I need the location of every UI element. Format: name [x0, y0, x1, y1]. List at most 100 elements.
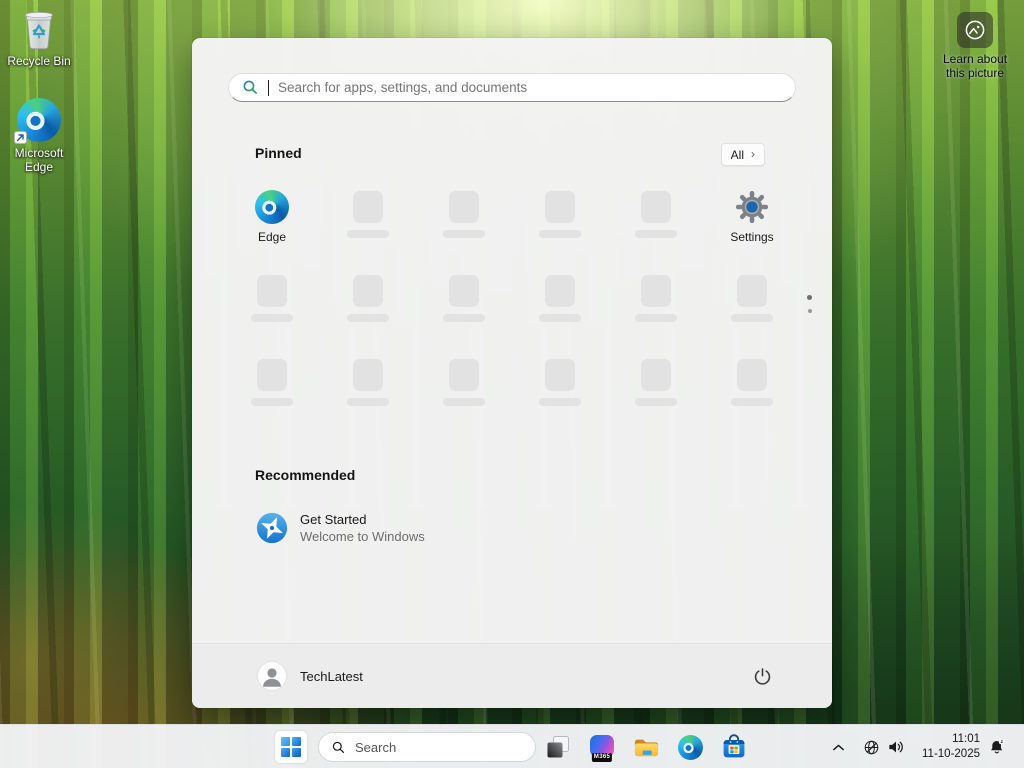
- placeholder-label: [731, 398, 773, 406]
- shortcut-arrow-icon: [14, 131, 27, 144]
- text-caret: [268, 80, 269, 96]
- picture-info-icon: [957, 12, 993, 48]
- placeholder-label: [539, 314, 581, 322]
- pinned-page-indicator[interactable]: [804, 293, 816, 317]
- microsoft-store-icon: [721, 734, 747, 760]
- learn-about-label-line1: Learn about: [943, 52, 1007, 66]
- placeholder-tile: [641, 359, 671, 391]
- placeholder-label: [731, 314, 773, 322]
- pinned-apps-grid: Edge: [224, 190, 800, 442]
- m365-copilot-button[interactable]: M365: [586, 731, 618, 763]
- placeholder-label: [251, 314, 293, 322]
- pinned-app-placeholder: [512, 274, 608, 358]
- pinned-app-placeholder: [224, 358, 320, 442]
- pinned-app-placeholder: [416, 274, 512, 358]
- pinned-app-placeholder: [224, 274, 320, 358]
- tray-show-hidden-icons[interactable]: [826, 725, 850, 769]
- edge-icon: [255, 190, 289, 224]
- desktop-icon-recycle-bin[interactable]: Recycle Bin: [0, 8, 78, 68]
- placeholder-tile: [257, 275, 287, 307]
- power-icon: [752, 666, 773, 687]
- pinned-app-placeholder: [704, 274, 800, 358]
- pinned-section-title: Pinned: [255, 145, 302, 161]
- pinned-app-label: Edge: [258, 230, 286, 244]
- placeholder-label: [635, 230, 677, 238]
- pinned-app-label: Settings: [730, 230, 773, 244]
- pinned-app-placeholder: [512, 190, 608, 274]
- placeholder-label: [347, 314, 389, 322]
- tray-volume[interactable]: [882, 725, 910, 769]
- placeholder-tile: [737, 359, 767, 391]
- speaker-icon: [887, 738, 905, 756]
- pinned-app-placeholder: [608, 274, 704, 358]
- placeholder-tile: [353, 359, 383, 391]
- person-icon: [258, 662, 286, 690]
- placeholder-tile: [641, 191, 671, 223]
- chevron-up-icon: [831, 740, 846, 755]
- user-avatar[interactable]: [258, 662, 286, 690]
- placeholder-tile: [449, 275, 479, 307]
- placeholder-tile: [449, 191, 479, 223]
- placeholder-label: [443, 398, 485, 406]
- desktop-wallpaper: Recycle Bin Microsoft Edge Learn about t…: [0, 0, 1024, 768]
- pinned-all-button[interactable]: All ›: [721, 143, 765, 166]
- recommended-section-title: Recommended: [255, 467, 355, 483]
- pinned-app-placeholder: [512, 358, 608, 442]
- microsoft-store-button[interactable]: [718, 731, 750, 763]
- recommended-item-get-started[interactable]: Get Started Welcome to Windows: [248, 500, 776, 556]
- recommended-item-title: Get Started: [300, 512, 425, 527]
- start-button[interactable]: [275, 731, 307, 763]
- file-explorer-button[interactable]: [630, 731, 662, 763]
- placeholder-tile: [737, 275, 767, 307]
- tray-clock[interactable]: 11:01 11-10-2025: [922, 725, 980, 769]
- chevron-right-icon: ›: [751, 148, 755, 160]
- pinned-app-settings[interactable]: Settings: [704, 190, 800, 274]
- get-started-icon: [256, 512, 288, 544]
- placeholder-label: [635, 314, 677, 322]
- user-name[interactable]: TechLatest: [300, 644, 363, 709]
- pinned-app-placeholder: [320, 190, 416, 274]
- edge-icon: [678, 735, 703, 760]
- do-not-disturb-bell-icon: z: [988, 738, 1006, 756]
- start-menu-footer: TechLatest: [192, 643, 832, 708]
- placeholder-label: [347, 398, 389, 406]
- search-icon: [242, 79, 259, 96]
- all-button-label: All: [731, 148, 744, 162]
- pinned-app-edge[interactable]: Edge: [224, 190, 320, 274]
- settings-gear-icon: [735, 190, 769, 224]
- windows-logo-icon: [281, 737, 301, 757]
- tray-time: 11:01: [952, 732, 980, 747]
- pinned-app-placeholder: [416, 190, 512, 274]
- task-view-button[interactable]: [542, 731, 574, 763]
- placeholder-label: [539, 230, 581, 238]
- placeholder-tile: [257, 359, 287, 391]
- page-dot: [808, 309, 812, 313]
- start-search-box[interactable]: [228, 73, 796, 102]
- placeholder-label: [443, 230, 485, 238]
- pinned-app-placeholder: [608, 190, 704, 274]
- learn-about-label-line2: this picture: [946, 66, 1004, 80]
- learn-about-picture-button[interactable]: Learn about this picture: [936, 12, 1014, 80]
- placeholder-label: [635, 398, 677, 406]
- tray-notifications[interactable]: z: [984, 725, 1010, 769]
- tray-network-status[interactable]: [858, 725, 884, 769]
- desktop-icon-microsoft-edge[interactable]: Microsoft Edge: [0, 98, 78, 174]
- taskbar-search-box[interactable]: [318, 732, 536, 762]
- pinned-app-placeholder: [320, 274, 416, 358]
- start-menu-panel: Pinned All › Edge: [192, 38, 832, 708]
- placeholder-tile: [353, 191, 383, 223]
- placeholder-tile: [545, 359, 575, 391]
- placeholder-tile: [353, 275, 383, 307]
- globe-offline-icon: [863, 739, 880, 756]
- placeholder-tile: [545, 275, 575, 307]
- pinned-app-placeholder: [608, 358, 704, 442]
- taskbar-search-input[interactable]: [355, 740, 535, 755]
- placeholder-label: [251, 398, 293, 406]
- power-button[interactable]: [744, 658, 780, 694]
- edge-taskbar-button[interactable]: [674, 731, 706, 763]
- m365-copilot-icon: M365: [590, 735, 615, 760]
- task-view-icon: [545, 734, 571, 760]
- page-dot-active: [807, 295, 812, 300]
- pinned-app-placeholder: [320, 358, 416, 442]
- start-search-input[interactable]: [278, 80, 795, 95]
